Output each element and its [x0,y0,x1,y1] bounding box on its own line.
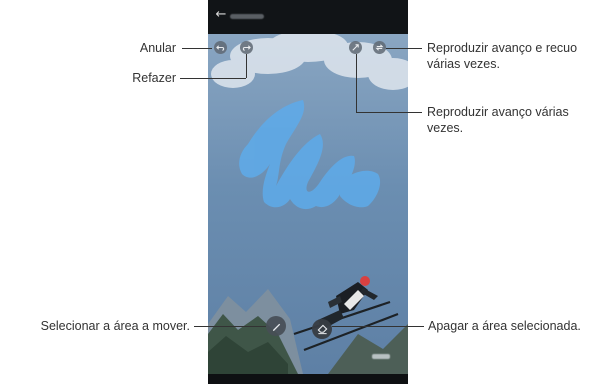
callout-undo-label: Anular [139,41,176,55]
redo-button[interactable] [240,41,253,54]
callout-redo-label: Refazer [132,71,176,85]
callout-repeat-line [386,48,422,49]
undo-button[interactable] [214,41,227,54]
select-area-button[interactable] [266,316,286,336]
callout-forward-vline [356,54,357,112]
undo-icon [216,45,225,51]
callout-forward-label-2: vezes. [427,121,464,135]
repeat-button[interactable] [373,41,386,54]
callout-redo-vline [246,54,247,78]
callout-forward-label: Reproduzir avanço várias [427,105,569,119]
callout-forward-line [356,112,422,113]
play-forward-button[interactable] [349,41,362,54]
app-title [230,14,264,19]
redo-icon [242,45,251,51]
brush-icon [272,323,280,331]
bottom-bar [208,374,408,384]
erase-area-button[interactable] [312,319,332,339]
play-forward-icon [352,44,359,51]
callout-redo-line [180,78,246,79]
repeat-icon [375,44,384,51]
callout-repeat-label: Reproduzir avanço e recuo [427,41,578,55]
done-button[interactable] [372,354,390,359]
eraser-icon [317,324,327,334]
callout-undo-line [182,48,212,49]
callout-erase-line [332,326,424,327]
callout-erase-label: Apagar a área selecionada. [428,319,581,333]
callout-repeat-label-2: várias vezes. [427,57,500,71]
callout-select-line [194,326,266,327]
callout-select-label: Selecionar a área a mover. [40,319,190,333]
app-top-bar: ← [208,0,408,34]
photo-canvas[interactable] [208,34,408,374]
arrow-left-icon[interactable]: ← [214,8,228,22]
